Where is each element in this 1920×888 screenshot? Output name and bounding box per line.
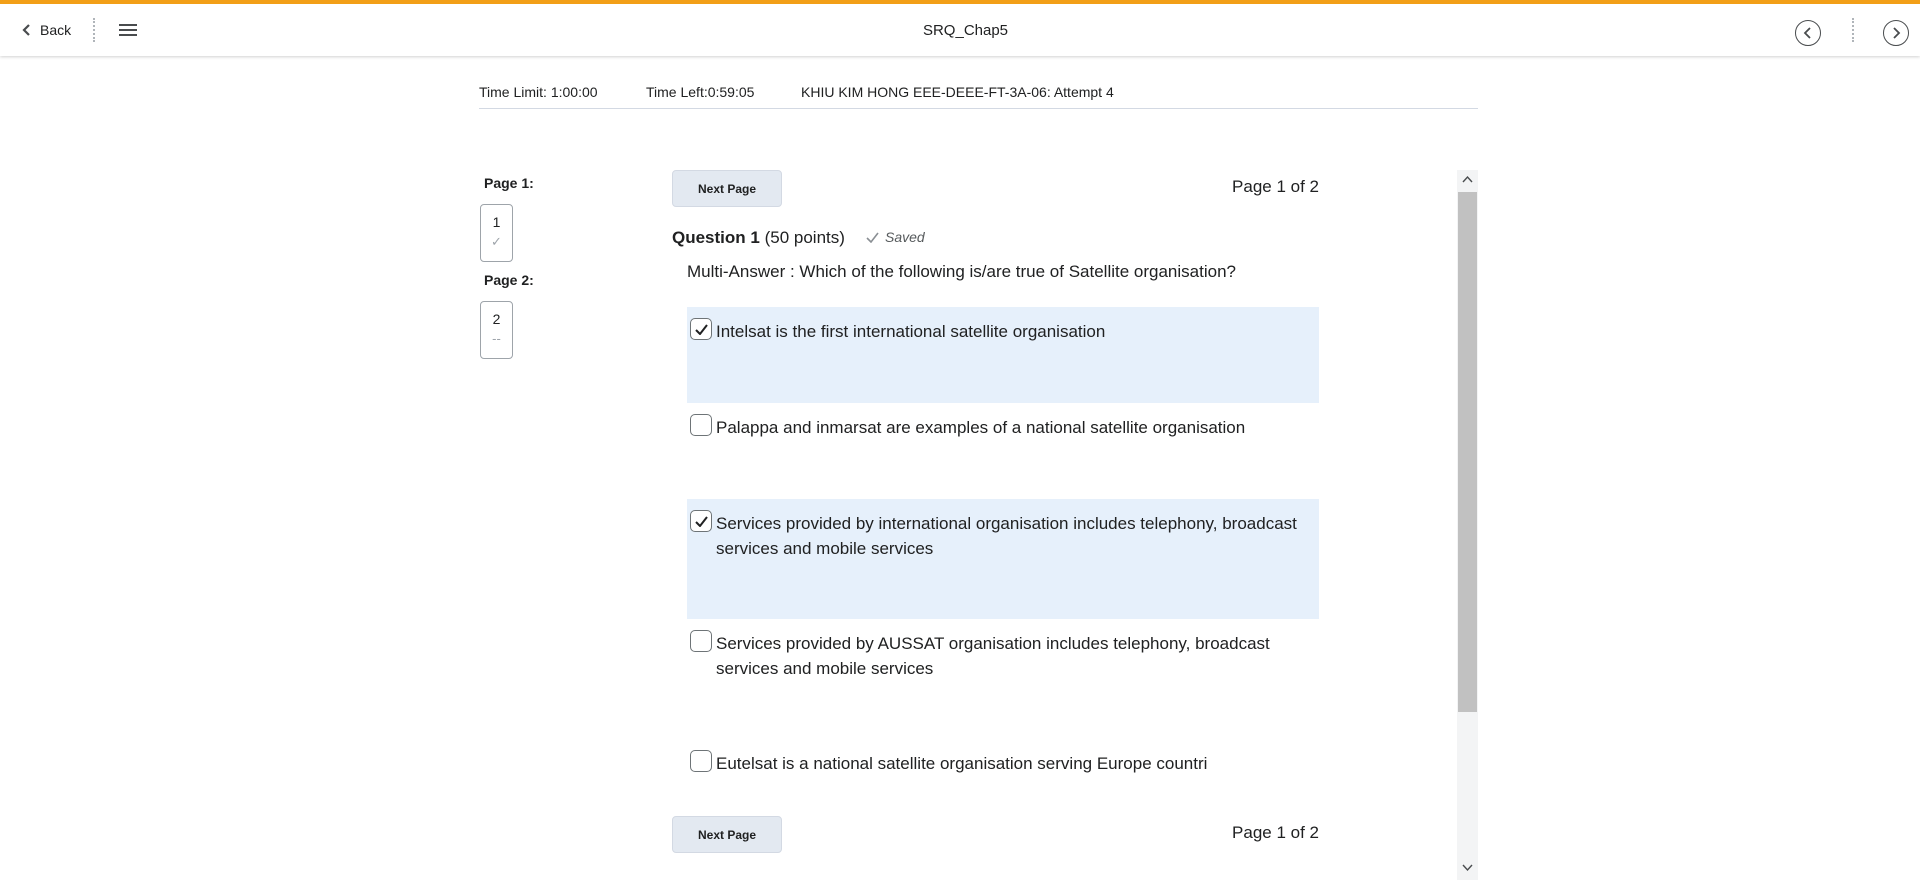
answer-option-label: Intelsat is the first international sate… (716, 322, 1106, 341)
page-1-label: Page 1: (484, 175, 534, 191)
previous-icon[interactable] (1795, 20, 1821, 46)
question-title: Question 1 (672, 228, 760, 247)
answer-option-4[interactable]: Services provided by AUSSAT organisation… (687, 619, 1319, 739)
saved-status: Saved (866, 229, 925, 245)
chevron-down-icon[interactable] (1462, 864, 1473, 872)
answer-option-label: Palappa and inmarsat are examples of a n… (716, 418, 1246, 437)
time-limit: Time Limit: 1:00:00 (479, 84, 598, 100)
page-2-label: Page 2: (484, 272, 534, 288)
checkbox-unchecked[interactable] (690, 750, 712, 772)
page-title: SRQ_Chap5 (922, 22, 1009, 39)
question-nav-1[interactable]: 1 ✓ (480, 204, 513, 262)
saved-label: Saved (885, 229, 925, 245)
check-icon (866, 232, 879, 243)
scrollbar-thumb[interactable] (1458, 192, 1477, 712)
divider (1852, 18, 1854, 42)
unanswered-icon: -- (492, 331, 501, 346)
answer-option-3[interactable]: Services provided by international organ… (687, 499, 1319, 619)
scrollbar[interactable] (1457, 170, 1478, 880)
checkbox-unchecked[interactable] (690, 414, 712, 436)
check-icon (694, 515, 708, 527)
question-number: 2 (492, 311, 501, 327)
checkbox-checked[interactable] (690, 510, 712, 532)
answer-option-5[interactable]: Eutelsat is a national satellite organis… (687, 739, 1319, 787)
question-number: 1 (492, 214, 501, 230)
check-icon: ✓ (491, 234, 502, 249)
attempt-info: KHIU KIM HONG EEE-DEEE-FT-3A-06: Attempt… (801, 84, 1114, 100)
answer-option-1[interactable]: Intelsat is the first international sate… (687, 307, 1319, 403)
top-navigation-bar: Back SRQ_Chap5 (0, 0, 1920, 56)
next-icon[interactable] (1883, 20, 1909, 46)
chevron-up-icon[interactable] (1462, 175, 1473, 183)
page-indicator-bottom: Page 1 of 2 (1232, 823, 1319, 842)
question-text: Multi-Answer : Which of the following is… (687, 262, 1236, 281)
question-heading: Question 1 (50 points) (672, 228, 845, 248)
answer-option-label: Services provided by international organ… (716, 514, 1297, 558)
page-indicator-top: Page 1 of 2 (1232, 177, 1319, 196)
question-points: (50 points) (764, 228, 845, 247)
checkbox-checked[interactable] (690, 318, 712, 340)
check-icon (694, 323, 708, 335)
question-nav-2[interactable]: 2 -- (480, 301, 513, 359)
answer-option-label: Eutelsat is a national satellite organis… (716, 754, 1208, 773)
answer-option-2[interactable]: Palappa and inmarsat are examples of a n… (687, 403, 1319, 499)
time-left: Time Left:0:59:05 (646, 84, 755, 100)
next-page-button-bottom[interactable]: Next Page (672, 816, 782, 853)
quiz-info-bar: Time Limit: 1:00:00 Time Left:0:59:05 KH… (479, 82, 1478, 109)
next-page-button-top[interactable]: Next Page (672, 170, 782, 207)
answer-option-label: Services provided by AUSSAT organisation… (716, 634, 1270, 678)
checkbox-unchecked[interactable] (690, 630, 712, 652)
